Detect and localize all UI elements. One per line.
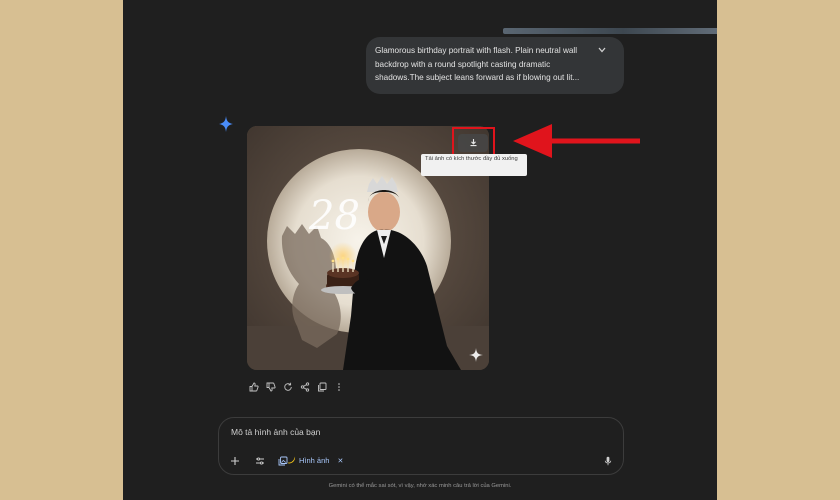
response-action-bar — [247, 381, 346, 393]
user-prompt-bubble: Glamorous birthday portrait with flash. … — [366, 37, 624, 94]
share-icon[interactable] — [298, 381, 312, 393]
gemini-spark-icon — [219, 116, 233, 137]
more-vert-icon[interactable] — [332, 381, 346, 393]
image-tool-chip-label: Hình ảnh — [299, 456, 330, 465]
image-tool-chip[interactable]: Hình ảnh ✕ — [287, 454, 343, 467]
prompt-input[interactable]: Mô tả hình ảnh của bạn — [231, 427, 320, 437]
regenerate-icon[interactable] — [281, 381, 295, 393]
thumbs-down-icon[interactable] — [264, 381, 278, 393]
gemini-app-window: Glamorous birthday portrait with flash. … — [123, 0, 717, 500]
svg-text:28: 28 — [308, 193, 360, 239]
download-tooltip: Tải ảnh có kích thước đầy đủ xuống — [421, 154, 527, 176]
banana-icon — [287, 455, 296, 466]
microphone-icon[interactable] — [602, 455, 614, 467]
previous-image-strip — [503, 28, 717, 34]
copy-icon[interactable] — [315, 381, 329, 393]
thumbs-up-icon[interactable] — [247, 381, 261, 393]
prompt-composer[interactable]: Mô tả hình ảnh của bạn Hình ảnh ✕ — [218, 417, 624, 475]
chip-close-icon[interactable]: ✕ — [337, 457, 343, 465]
disclaimer-footer: Gemini có thể mắc sai sót, vì vậy, nhớ x… — [328, 483, 512, 489]
expand-prompt-chevron-icon[interactable] — [598, 46, 606, 55]
user-prompt-text: Glamorous birthday portrait with flash. … — [375, 46, 580, 82]
tools-settings-icon[interactable] — [254, 455, 266, 467]
add-attachment-icon[interactable] — [229, 455, 241, 467]
